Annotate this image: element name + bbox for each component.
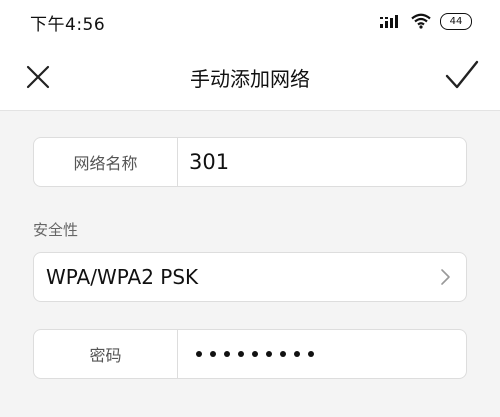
check-icon: [445, 60, 479, 89]
page-title: 手动添加网络: [190, 67, 310, 91]
top-bar: 手动添加网络: [0, 44, 500, 111]
password-dot: [252, 351, 258, 357]
battery-icon: 44: [440, 12, 472, 30]
network-name-label: 网络名称: [34, 138, 178, 186]
password-dot: [210, 351, 216, 357]
confirm-button[interactable]: [444, 59, 480, 93]
password-dot: [266, 351, 272, 357]
wifi-icon: [411, 13, 431, 29]
security-section-label: 安全性: [33, 221, 79, 239]
network-name-row: 网络名称 301: [33, 137, 467, 187]
password-input[interactable]: [196, 330, 314, 378]
password-dot: [196, 351, 202, 357]
password-row: 密码: [33, 329, 467, 379]
security-select[interactable]: WPA/WPA2 PSK: [33, 252, 467, 302]
password-dot: [294, 351, 300, 357]
status-bar: 下午4:56 44: [0, 0, 500, 44]
network-name-input[interactable]: 301: [189, 138, 229, 186]
password-label: 密码: [34, 330, 178, 378]
security-value: WPA/WPA2 PSK: [46, 265, 199, 289]
status-time: 下午4:56: [30, 15, 106, 35]
password-dot: [238, 351, 244, 357]
password-dot: [224, 351, 230, 357]
password-dot: [308, 351, 314, 357]
chevron-right-icon: [441, 269, 450, 285]
status-icons: 44: [380, 11, 472, 31]
signal-icon: [380, 15, 398, 28]
password-dot: [280, 351, 286, 357]
